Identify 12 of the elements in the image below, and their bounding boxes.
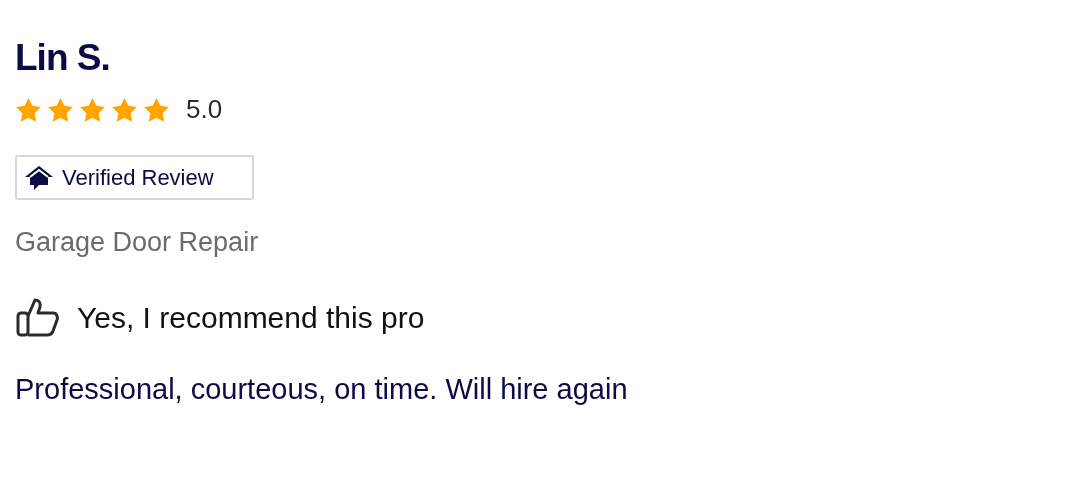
review-text: Professional, courteous, on time. Will hire again xyxy=(15,371,628,407)
rating-value: 5.0 xyxy=(186,93,223,126)
house-icon xyxy=(24,164,54,191)
star-icon xyxy=(47,96,74,123)
service-category: Garage Door Repair xyxy=(15,226,259,259)
star-icon xyxy=(143,96,170,123)
star-icon xyxy=(79,96,106,123)
recommendation-text: Yes, I recommend this pro xyxy=(77,299,425,336)
star-icon xyxy=(15,96,42,123)
verified-review-badge: Verified Review xyxy=(15,155,254,200)
reviewer-name: Lin S. xyxy=(15,36,110,80)
star-icon xyxy=(111,96,138,123)
